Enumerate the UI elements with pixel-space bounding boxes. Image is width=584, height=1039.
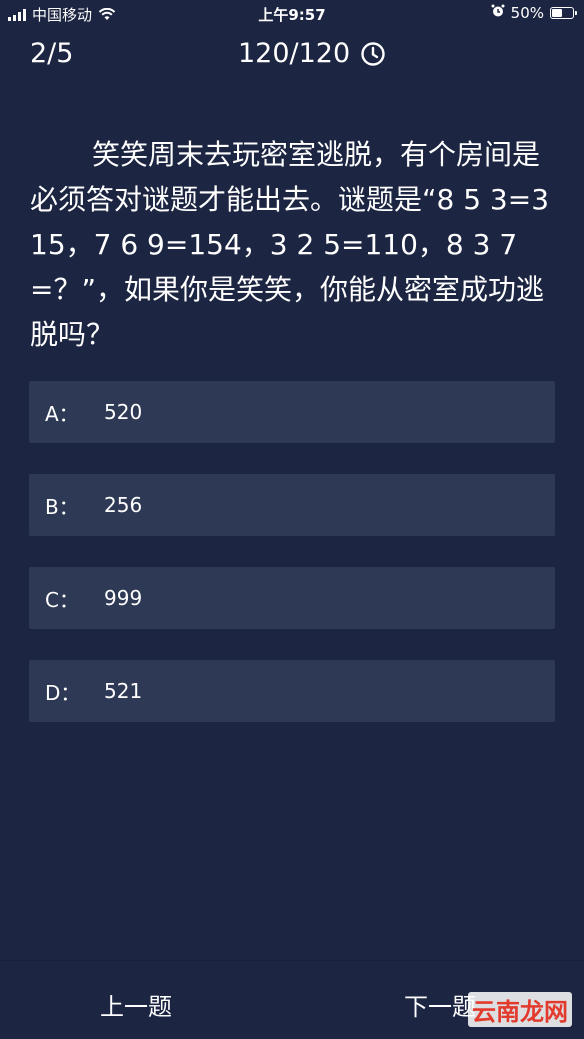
battery-icon xyxy=(550,7,577,19)
timer: 120/120 xyxy=(238,36,386,72)
alarm-icon xyxy=(491,4,505,22)
option-a[interactable]: A： 520 xyxy=(29,381,555,443)
timer-label: 120/120 xyxy=(238,38,351,69)
next-question-button[interactable]: 下一题 xyxy=(404,987,476,1022)
option-value: 256 xyxy=(104,493,143,517)
option-value: 999 xyxy=(104,586,143,610)
quiz-header: 2/5 120/120 xyxy=(0,36,584,72)
option-letter: D： xyxy=(45,680,81,705)
option-c[interactable]: C： 999 xyxy=(29,567,555,629)
clock-icon xyxy=(360,41,386,67)
option-d[interactable]: D： 521 xyxy=(29,660,555,722)
option-letter: B： xyxy=(45,494,79,519)
option-letter: A： xyxy=(45,401,79,426)
option-value: 521 xyxy=(104,679,143,703)
question-progress: 2/5 xyxy=(30,38,74,69)
footer-nav: 上一题 下一题 云南龙网 xyxy=(0,960,584,1039)
prev-question-button[interactable]: 上一题 xyxy=(100,987,172,1022)
battery-fill xyxy=(552,9,562,17)
status-right: 50% xyxy=(491,4,577,22)
option-value: 520 xyxy=(104,400,143,424)
watermark: 云南龙网 xyxy=(468,992,572,1027)
option-b[interactable]: B： 256 xyxy=(29,474,555,536)
status-bar: 中国移动 上午9:57 50% xyxy=(0,0,584,28)
answer-options: A： 520 B： 256 C： 999 D： 521 xyxy=(29,381,555,753)
option-letter: C： xyxy=(45,587,79,612)
battery-percent: 50% xyxy=(510,4,544,22)
question-text: 笑笑周末去玩密室逃脱，有个房间是必须答对谜题才能出去。谜题是“8 5 3=315… xyxy=(30,138,550,351)
